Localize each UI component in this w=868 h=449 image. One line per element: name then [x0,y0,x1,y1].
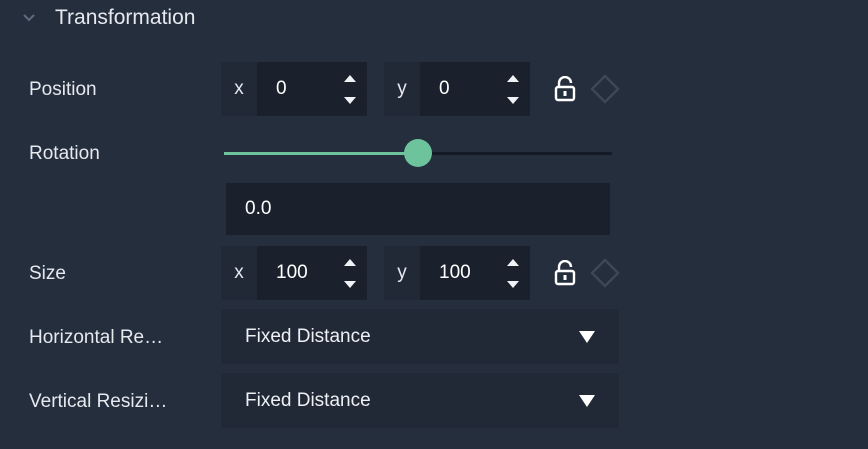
position-x-input[interactable]: 0 [257,62,333,116]
position-y-input[interactable]: 0 [420,62,496,116]
position-label: Position [29,79,97,100]
size-label: Size [29,263,66,284]
position-y-field[interactable]: y 0 [384,62,530,116]
horizontal-resizing-label: Horizontal Re… [29,327,164,348]
size-y-axis-label: y [397,262,407,283]
unlock-icon[interactable] [553,76,577,102]
link-diamond-icon[interactable] [587,257,623,289]
link-diamond-icon[interactable] [587,73,623,105]
increment-arrow-icon[interactable] [507,259,519,266]
decrement-arrow-icon[interactable] [344,281,356,288]
vertical-resizing-dropdown[interactable]: Fixed Distance [221,373,619,428]
section-header[interactable]: Transformation [0,0,868,40]
dropdown-caret-icon [579,331,595,343]
chevron-down-icon[interactable] [20,8,38,26]
position-x-field[interactable]: x 0 [221,62,367,116]
dropdown-caret-icon [579,395,595,407]
rotation-label: Rotation [29,143,100,164]
rotation-slider-track[interactable] [418,152,612,155]
position-y-axis-label: y [397,78,407,99]
decrement-arrow-icon[interactable] [344,97,356,104]
unlock-icon[interactable] [553,260,577,286]
increment-arrow-icon[interactable] [344,75,356,82]
size-x-input[interactable]: 100 [257,246,333,300]
rotation-slider-fill[interactable] [224,152,418,155]
size-y-stepper[interactable] [496,246,530,300]
position-x-stepper[interactable] [333,62,367,116]
vertical-resizing-value: Fixed Distance [245,389,371,411]
size-y-input[interactable]: 100 [420,246,496,300]
horizontal-resizing-value: Fixed Distance [245,325,371,347]
position-x-axis-label: x [234,78,244,99]
decrement-arrow-icon[interactable] [507,97,519,104]
decrement-arrow-icon[interactable] [507,281,519,288]
increment-arrow-icon[interactable] [344,259,356,266]
position-y-stepper[interactable] [496,62,530,116]
vertical-resizing-label: Vertical Resizi… [29,391,168,412]
rotation-slider-thumb[interactable] [404,139,432,167]
section-title: Transformation [55,6,196,29]
size-y-field[interactable]: y 100 [384,246,530,300]
increment-arrow-icon[interactable] [507,75,519,82]
size-x-stepper[interactable] [333,246,367,300]
horizontal-resizing-dropdown[interactable]: Fixed Distance [221,309,619,364]
rotation-input[interactable]: 0.0 [226,183,610,235]
size-x-axis-label: x [234,262,244,283]
size-x-field[interactable]: x 100 [221,246,367,300]
